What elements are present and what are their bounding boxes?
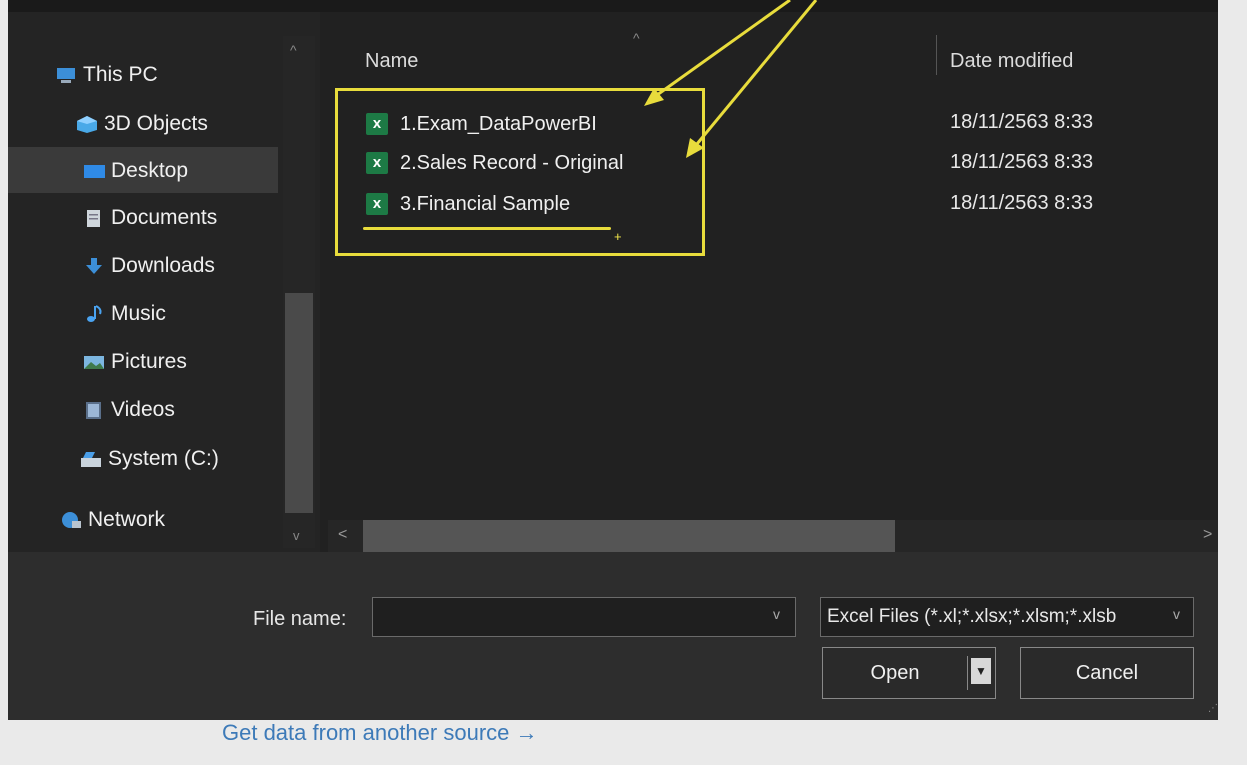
nav-item-label: Pictures [111, 350, 187, 373]
scroll-left-icon[interactable]: < [338, 526, 347, 544]
download-icon [83, 257, 105, 275]
split-divider [967, 656, 968, 690]
nav-item-downloads[interactable]: Downloads [83, 246, 215, 286]
annotation-underline [363, 227, 611, 230]
annotation-sparkle: + [614, 229, 622, 244]
nav-item-label: Documents [111, 206, 218, 229]
nav-item-label: This PC [83, 63, 158, 86]
desktop-icon [83, 162, 105, 180]
nav-item-label: System (C:) [108, 447, 219, 470]
file-type-filter-select[interactable]: Excel Files (*.xl;*.xlsx;*.xlsm;*.xlsb [820, 597, 1194, 637]
open-file-dialog: This PC 3D Objects Desktop Documents Dow… [8, 0, 1218, 720]
nav-item-this-pc[interactable]: This PC [55, 55, 158, 95]
file-name-input[interactable] [372, 597, 796, 637]
file-name-label: File name: [253, 608, 347, 630]
file-date-modified: 18/11/2563 8:33 [950, 111, 1094, 133]
nav-item-videos[interactable]: Videos [83, 390, 175, 430]
sort-ascending-icon: ^ [633, 30, 640, 46]
scroll-up-icon[interactable]: ^ [290, 42, 297, 58]
picture-icon [83, 353, 105, 371]
drive-icon [80, 450, 102, 468]
nav-item-label: Videos [111, 398, 175, 421]
cancel-button[interactable]: Cancel [1020, 647, 1194, 699]
horizontal-scrollbar-thumb[interactable] [363, 520, 895, 552]
nav-item-label: Network [88, 508, 166, 531]
nav-item-system-c[interactable]: System (C:) [80, 439, 219, 479]
file-date-modified: 18/11/2563 8:33 [950, 192, 1094, 214]
document-icon [83, 209, 105, 227]
resize-grip-icon[interactable]: ⋰ [1208, 703, 1218, 714]
cube-icon [76, 115, 98, 133]
nav-item-3d-objects[interactable]: 3D Objects [76, 104, 208, 144]
network-icon [60, 511, 82, 529]
file-date-modified: 18/11/2563 8:33 [950, 151, 1094, 173]
column-divider[interactable] [936, 35, 937, 75]
nav-item-documents[interactable]: Documents [83, 198, 217, 238]
nav-scrollbar-thumb[interactable] [285, 293, 313, 513]
nav-item-network[interactable]: Network [60, 500, 165, 540]
get-data-link[interactable]: Get data from another source → [222, 720, 538, 746]
nav-item-music[interactable]: Music [83, 294, 166, 334]
nav-item-label: Music [111, 302, 166, 325]
toolbar-strip [8, 0, 1218, 12]
open-button[interactable]: Open ▼ [822, 647, 996, 699]
music-icon [83, 305, 105, 323]
open-button-label: Open [870, 661, 920, 684]
nav-item-label: Downloads [111, 254, 215, 277]
nav-item-desktop[interactable]: Desktop [83, 151, 188, 191]
nav-item-pictures[interactable]: Pictures [83, 342, 187, 382]
scroll-right-icon[interactable]: > [1203, 526, 1212, 544]
column-header-name[interactable]: Name [365, 50, 418, 73]
annotation-highlight-box [335, 88, 705, 256]
scroll-down-icon[interactable]: v [293, 528, 300, 543]
chevron-down-icon[interactable]: v [1173, 606, 1180, 622]
open-options-dropdown-icon[interactable]: ▼ [971, 658, 991, 684]
pc-icon [55, 66, 77, 84]
chevron-down-icon[interactable]: v [773, 606, 780, 622]
column-header-date-modified[interactable]: Date modified [950, 50, 1073, 73]
nav-item-label: 3D Objects [104, 112, 208, 135]
video-icon [83, 401, 105, 419]
nav-item-label: Desktop [111, 159, 189, 182]
